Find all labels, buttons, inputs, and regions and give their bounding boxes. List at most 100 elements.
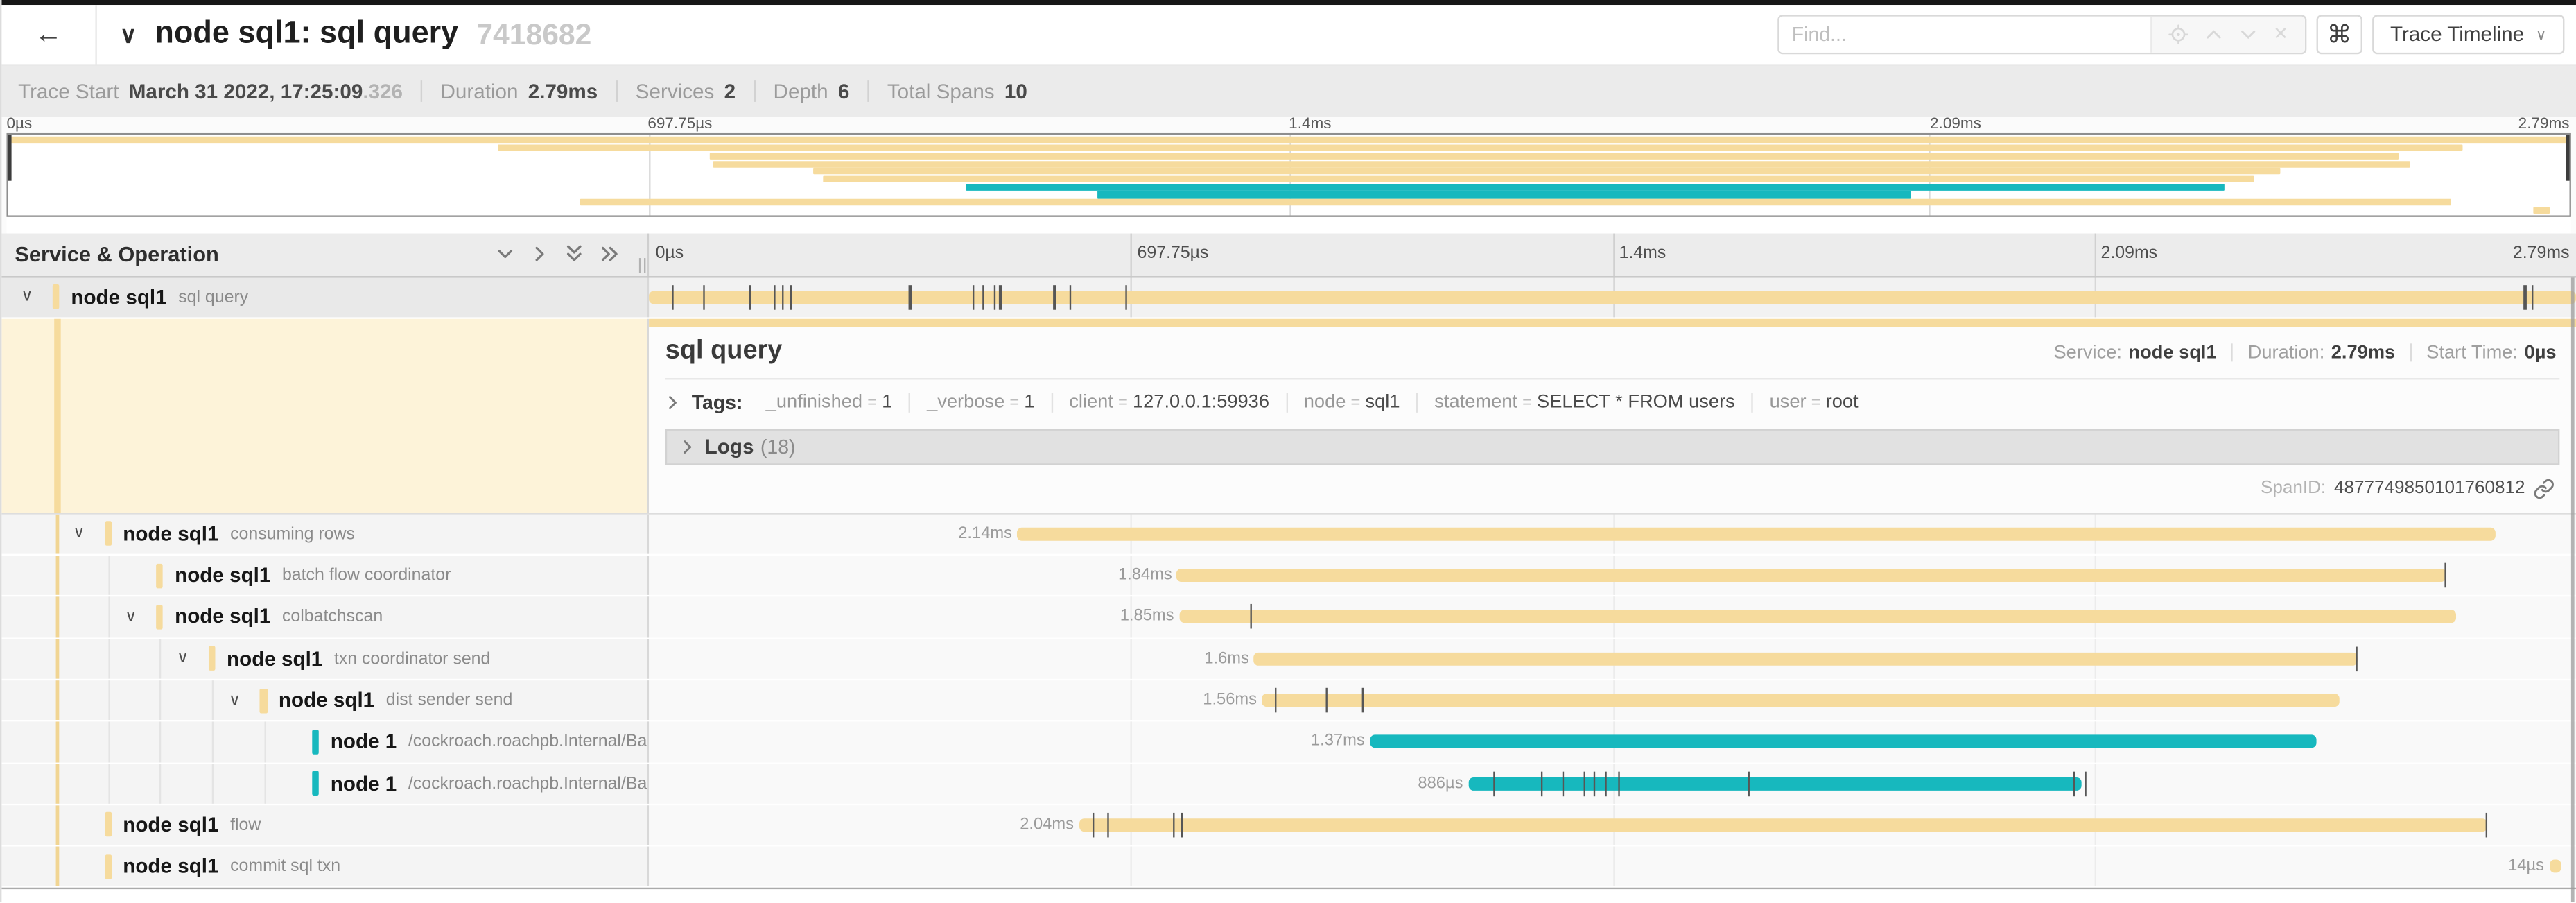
span-name-cell[interactable]: node 1/cockroach.roachpb.Internal/Batch (1, 764, 649, 804)
span-name-cell[interactable]: node sql1commit sql txn (1, 847, 649, 887)
tag-value: root (1826, 393, 1859, 412)
span-bar[interactable] (1254, 652, 2358, 665)
span-bar-cell[interactable] (649, 277, 2576, 318)
expand-one-icon[interactable] (530, 245, 548, 263)
equals-sign: = (1351, 395, 1361, 413)
span-name-content: node 1/cockroach.roachpb.Internal/Batch (275, 722, 649, 762)
collapse-all-icon[interactable] (565, 243, 583, 265)
span-bar[interactable] (1177, 569, 2447, 582)
span-name-cell[interactable]: node sql1flow (1, 805, 649, 845)
log-marker-tick (1541, 771, 1543, 796)
minimap-view-end-handle[interactable] (2566, 135, 2570, 181)
deep-link-icon[interactable] (2533, 479, 2555, 500)
span-bar-cell[interactable]: 886µs (649, 764, 2576, 804)
minimap-view-start-handle[interactable] (8, 135, 12, 181)
span-bar-cell[interactable]: 1.6ms (649, 639, 2576, 679)
log-marker-tick (1092, 813, 1094, 838)
span-color-bar (105, 813, 112, 838)
log-marker-tick (1748, 771, 1750, 796)
prev-match-icon[interactable] (2204, 27, 2222, 44)
find-input[interactable] (1779, 17, 2150, 53)
keyboard-shortcuts-button[interactable]: ⌘ (2316, 15, 2362, 55)
span-row[interactable]: node sql1batch flow coordinator1.84ms (1, 556, 2576, 597)
span-bar[interactable] (1468, 777, 2081, 790)
span-row[interactable]: ∨node sql1consuming rows 2.14ms (1, 514, 2576, 556)
collapse-one-icon[interactable] (496, 245, 514, 263)
span-row[interactable]: ∨node sql1colbatchscan1.85ms (1, 597, 2576, 639)
locate-icon[interactable] (2168, 26, 2187, 45)
span-bar[interactable] (1370, 735, 2316, 748)
span-name-cell[interactable]: ∨node sql1txn coordinator send (1, 639, 649, 679)
span-bar-cell[interactable]: 14µs (649, 847, 2576, 887)
stat-value: 6 (838, 80, 849, 103)
span-name-cell[interactable]: ∨node sql1colbatchscan (1, 597, 649, 637)
span-row[interactable]: node sql1flow2.04ms (1, 805, 2576, 847)
span-bar-cell[interactable]: 1.85ms (649, 597, 2576, 637)
minimap-gap (6, 216, 2570, 233)
chevron-down-icon[interactable]: ∨ (223, 691, 247, 710)
span-row[interactable]: node 1/cockroach.roachpb.Internal/Batch8… (1, 764, 2576, 805)
span-bar-cell[interactable]: 1.37ms (649, 722, 2576, 762)
clear-find-icon[interactable]: ✕ (2273, 26, 2288, 44)
span-bar[interactable] (2549, 860, 2561, 873)
minimap-tick-label: 2.09ms (1930, 115, 1981, 133)
span-bar[interactable] (1079, 818, 2487, 832)
tag-item: _verbose=1 (909, 393, 1051, 412)
tag-item: user=root (1751, 393, 1874, 412)
span-name-cell[interactable]: ∨node sql1consuming rows (1, 514, 649, 554)
stat-separator (754, 81, 755, 103)
span-name-cell[interactable]: ∨node sql1dist sender send (1, 680, 649, 721)
span-color-bar (208, 646, 215, 671)
span-bar-cell[interactable]: 2.04ms (649, 805, 2576, 845)
span-name-content: ∨node sql1dist sender send (223, 680, 513, 721)
trace-stat: Trace StartMarch 31 2022, 17:25:09.326 (18, 80, 403, 103)
indent-guide (56, 764, 60, 804)
span-bar-cell[interactable]: 1.84ms (649, 556, 2576, 596)
span-bar[interactable] (1262, 694, 2339, 707)
tags-row[interactable]: Tags: _unfinished=1_verbose=1client=127.… (665, 383, 2559, 422)
service-operation-title: Service & Operation (15, 242, 219, 267)
chevron-down-icon[interactable]: ∨ (67, 525, 92, 543)
column-resizer-handle[interactable] (639, 257, 645, 272)
log-marker-tick (982, 285, 984, 310)
span-row[interactable]: ∨node sql1dist sender send 1.56ms (1, 680, 2576, 722)
tag-key: node (1304, 393, 1346, 412)
minimap-tick-label: 697.75µs (647, 115, 712, 133)
log-marker-tick (1054, 285, 1056, 310)
log-marker-tick (1069, 285, 1071, 310)
next-match-icon[interactable] (2238, 27, 2256, 44)
span-row[interactable]: node sql1commit sql txn14µs (1, 847, 2576, 888)
span-color-bar (260, 688, 267, 713)
span-bar-cell[interactable]: 2.14ms (649, 514, 2576, 554)
span-id-label: SpanID: (2261, 479, 2326, 499)
chevron-down-icon[interactable]: ∨ (15, 288, 40, 306)
span-row[interactable]: ∨node sql1txn coordinator send1.6ms (1, 639, 2576, 680)
span-row[interactable]: ∨node sql1sql query (1, 277, 2576, 319)
span-name-cell[interactable]: node sql1batch flow coordinator (1, 556, 649, 596)
span-bar[interactable] (1017, 527, 2495, 540)
trace-collapse-toggle-icon[interactable]: ∨ (120, 22, 137, 49)
expand-all-icon[interactable] (600, 245, 621, 263)
span-name-cell[interactable]: node 1/cockroach.roachpb.Internal/Batch (1, 722, 649, 762)
span-bar[interactable] (1179, 610, 2457, 624)
indent-guide (108, 597, 110, 637)
span-operation-name: /cockroach.roachpb.Internal/Batch (408, 773, 649, 793)
minimap-canvas[interactable] (6, 133, 2570, 216)
span-name-cell[interactable]: ∨node sql1sql query (1, 277, 649, 318)
chevron-down-icon[interactable]: ∨ (119, 608, 143, 626)
span-name-content: ∨node sql1consuming rows (67, 514, 355, 554)
span-bar[interactable] (649, 291, 2576, 304)
service-value: node sql1 (2128, 343, 2216, 363)
minimap-span-bar (710, 153, 2398, 160)
logs-toggle[interactable]: Logs (18) (665, 429, 2559, 465)
back-button[interactable]: ← (1, 6, 96, 65)
log-marker-tick (1583, 771, 1585, 796)
log-marker-tick (2485, 813, 2487, 838)
log-marker-tick (1362, 688, 1364, 713)
trace-view-selector-button[interactable]: Trace Timeline ∨ (2372, 15, 2565, 55)
log-marker-tick (1563, 771, 1565, 796)
span-row[interactable]: node 1/cockroach.roachpb.Internal/Batch1… (1, 722, 2576, 764)
chevron-down-icon[interactable]: ∨ (171, 650, 195, 668)
span-bar-cell[interactable]: 1.56ms (649, 680, 2576, 721)
scrollbar[interactable] (2571, 277, 2575, 902)
